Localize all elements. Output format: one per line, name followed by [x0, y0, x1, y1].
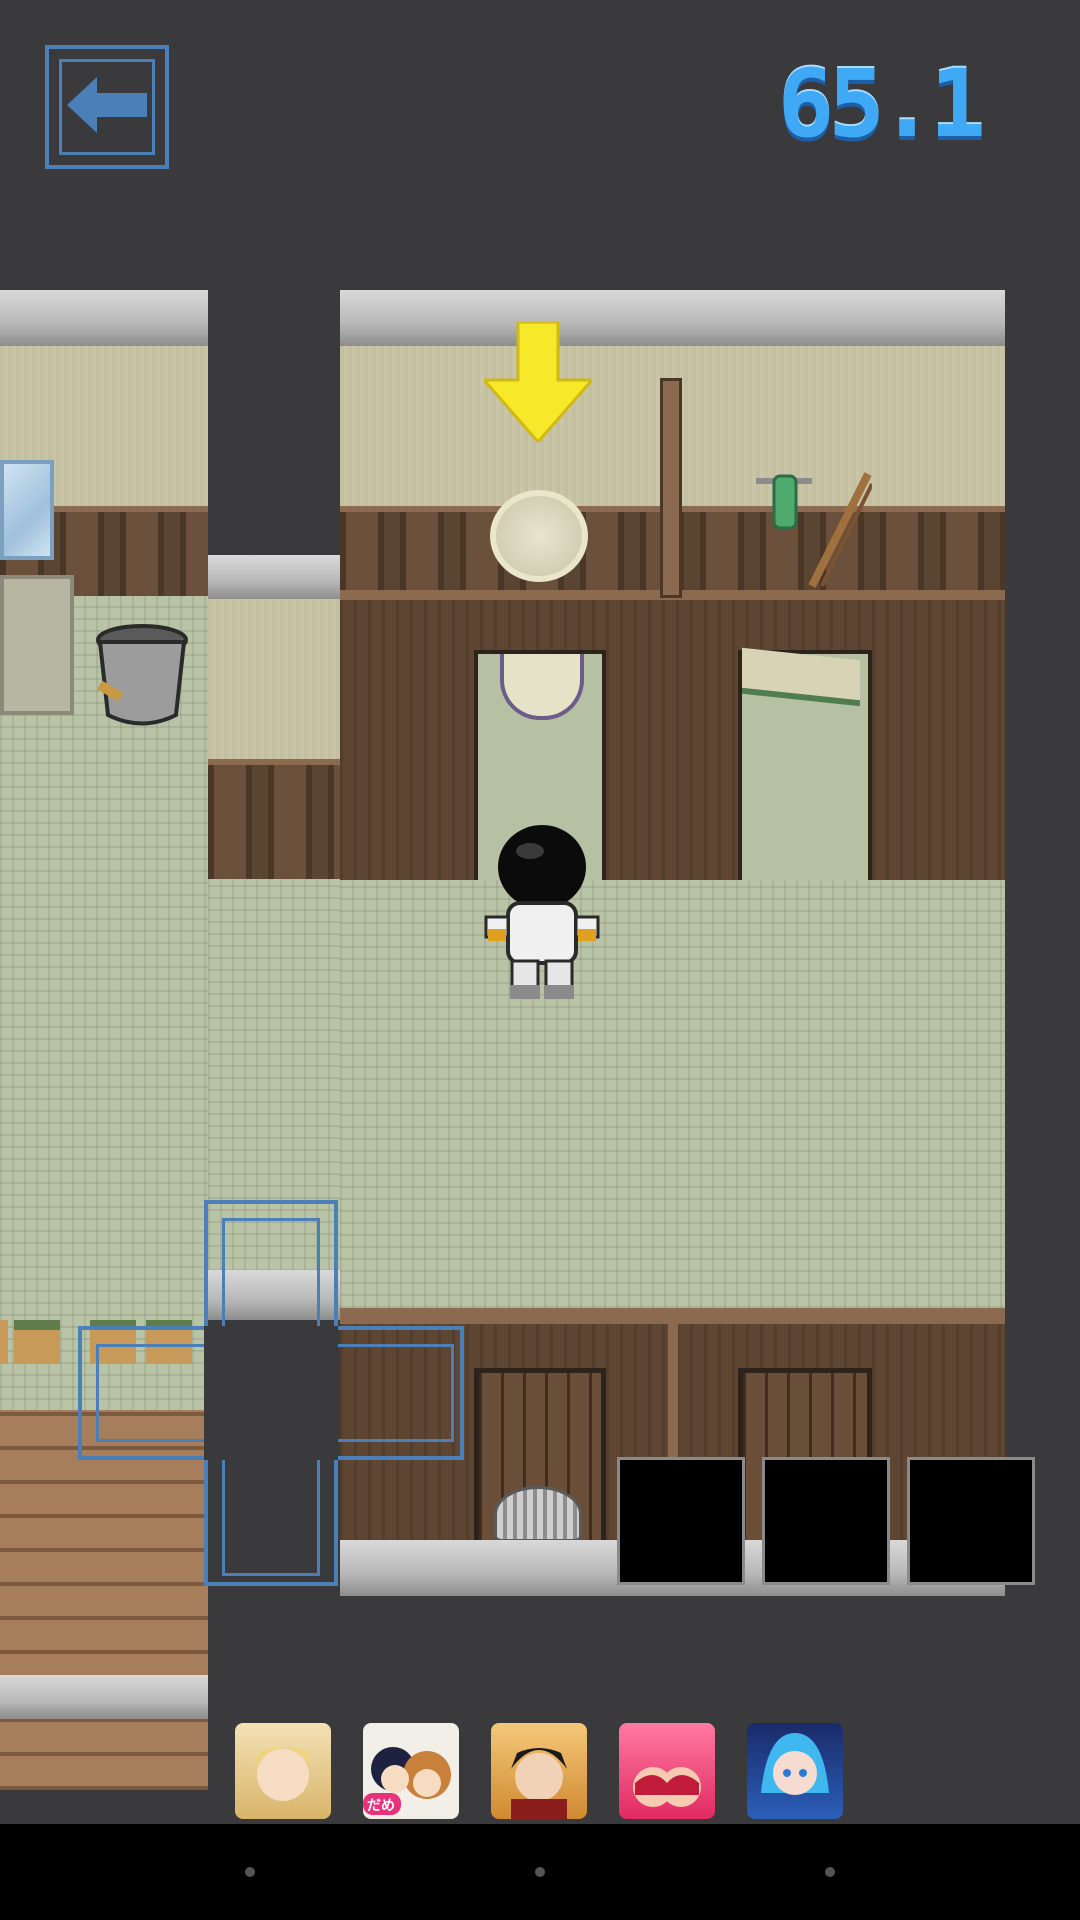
dpad-right[interactable] — [316, 1326, 464, 1460]
ad-blue-fairy-icon[interactable] — [747, 1723, 843, 1819]
system-navigation-bar — [0, 1824, 1080, 1920]
toilet-stall-2[interactable] — [738, 647, 872, 880]
ad-anime-girls-icon[interactable]: だめ — [363, 1723, 459, 1819]
wall-mirror[interactable] — [490, 490, 588, 582]
ad-banner: だめ — [235, 1723, 845, 1819]
dpad-down[interactable] — [204, 1438, 338, 1586]
floor-drain[interactable] — [494, 1486, 582, 1542]
left-room-ceiling — [0, 290, 208, 346]
bucket[interactable] — [92, 620, 192, 730]
player-character — [484, 825, 600, 999]
sink-counter[interactable] — [0, 575, 74, 715]
ad-dark-haired-man-icon[interactable] — [491, 1723, 587, 1819]
inventory-slot-3[interactable] — [907, 1457, 1035, 1585]
back-button[interactable] — [45, 45, 169, 169]
nav-recents-button[interactable] — [825, 1867, 835, 1877]
nav-home-button[interactable] — [535, 1867, 545, 1877]
toilet[interactable] — [500, 654, 584, 720]
nav-back-button[interactable] — [245, 1867, 255, 1877]
dpad — [78, 1200, 464, 1586]
broom[interactable] — [752, 470, 872, 590]
down-arrow-icon — [484, 322, 592, 442]
mirror[interactable] — [0, 460, 54, 560]
inventory-bar — [617, 1457, 1037, 1587]
ad-red-bikini-icon[interactable] — [619, 1723, 715, 1819]
ad-badge: だめ — [367, 1798, 395, 1814]
countdown-timer: 65.1 — [777, 50, 986, 159]
inventory-slot-2[interactable] — [762, 1457, 890, 1585]
inventory-slot-1[interactable] — [617, 1457, 745, 1585]
right-room-ceiling — [340, 290, 1005, 346]
arrow-left-icon — [67, 77, 147, 133]
ad-blonde-man-icon[interactable] — [235, 1723, 331, 1819]
